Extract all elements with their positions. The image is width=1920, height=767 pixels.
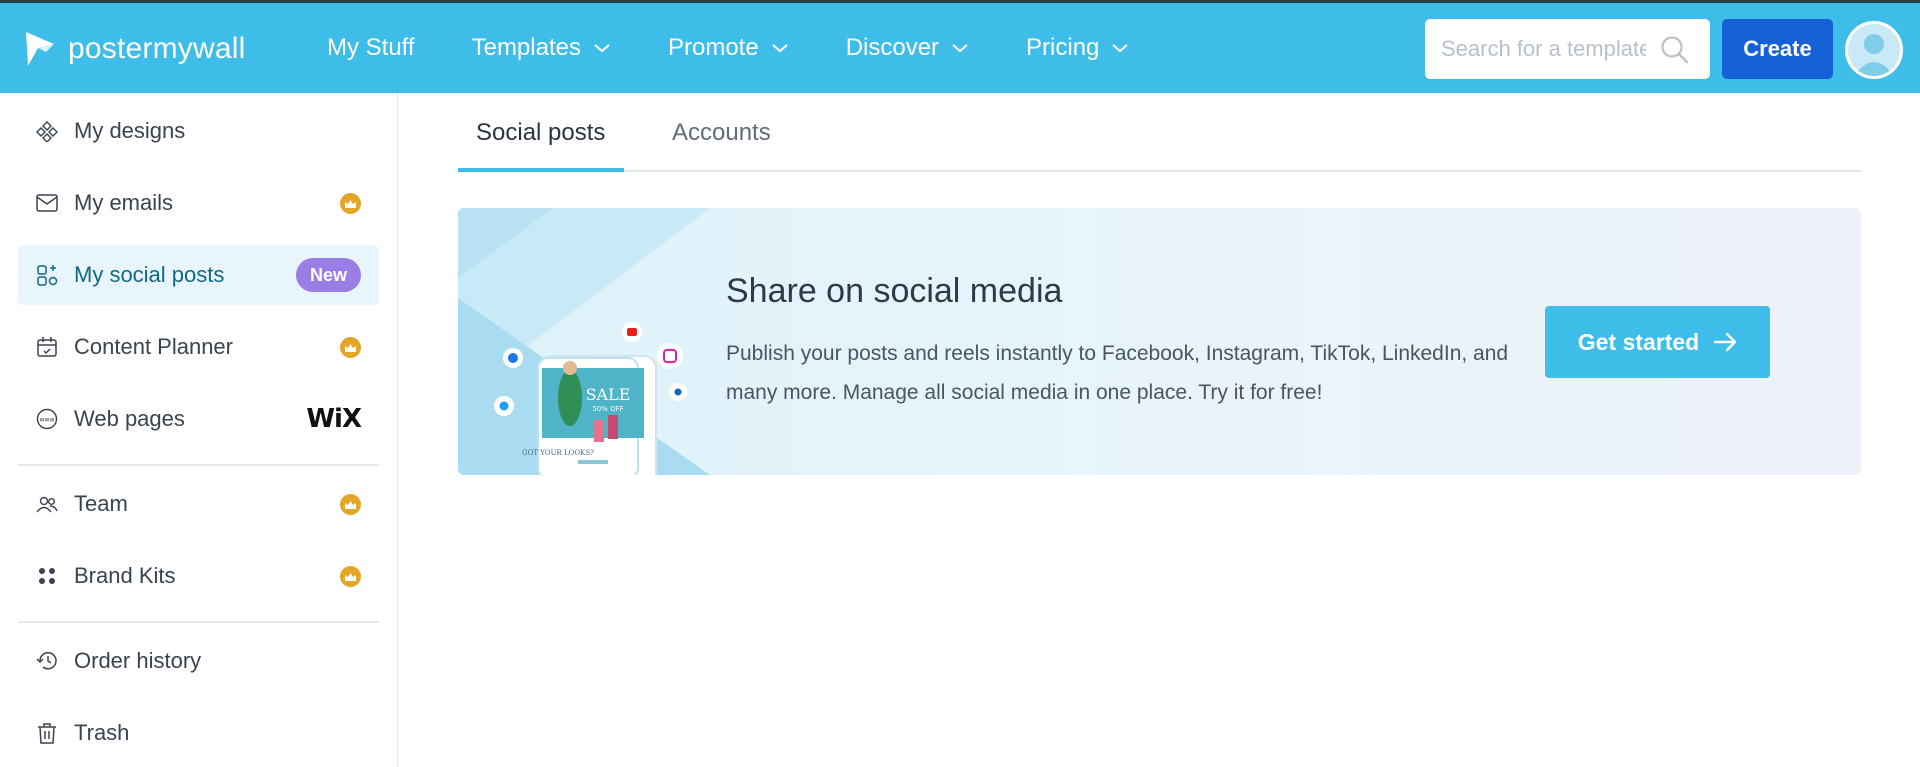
logo-text: postermywall (68, 32, 246, 65)
team-icon (36, 493, 58, 515)
top-navbar: postermywall My Stuff Templates Promote … (0, 0, 1920, 93)
nav-promote[interactable]: Promote (668, 34, 789, 62)
sidebar-item-trash[interactable]: Trash (18, 703, 379, 763)
premium-crown-icon (340, 193, 361, 214)
sidebar-item-brand-kits[interactable]: Brand Kits (18, 546, 379, 606)
youtube-icon (627, 328, 637, 336)
user-avatar-icon (1848, 24, 1900, 76)
chevron-down-icon (952, 44, 968, 53)
tab-accounts[interactable]: Accounts (672, 93, 771, 172)
sidebar-item-order-history[interactable]: Order history (18, 631, 379, 691)
search-input[interactable] (1441, 36, 1646, 62)
premium-crown-icon (340, 494, 361, 515)
new-badge: New (295, 258, 361, 292)
brand-kit-icon (36, 565, 58, 587)
nav-label: Templates (471, 34, 581, 61)
logo[interactable]: postermywall (24, 30, 245, 68)
share-social-banner: SALE 50% OFF GOT YOUR LOOKS? Share on so… (458, 208, 1861, 475)
sidebar-divider (18, 621, 379, 623)
tab-label: Accounts (672, 118, 771, 146)
sidebar-item-label: My social posts (74, 262, 225, 287)
poster-headline-text: GOT YOUR LOOKS? (522, 449, 594, 457)
nav-discover[interactable]: Discover (846, 34, 969, 62)
active-tab-indicator (458, 168, 624, 172)
arrow-right-icon (1714, 332, 1737, 352)
sidebar-item-label: Trash (74, 720, 130, 745)
sidebar-item-label: Web pages (74, 406, 185, 431)
get-started-label: Get started (1577, 328, 1700, 355)
social-posts-icon (36, 264, 58, 286)
designs-icon (36, 120, 58, 142)
tab-label: Social posts (476, 118, 606, 146)
sidebar-item-label: My designs (74, 118, 186, 143)
get-started-button[interactable]: Get started (1545, 306, 1770, 378)
sidebar-item-label: Team (74, 491, 128, 516)
sidebar-item-my-social-posts[interactable]: My social posts New (18, 245, 379, 305)
sidebar-item-team[interactable]: Team (18, 474, 379, 534)
nav-label: Pricing (1026, 34, 1100, 61)
nav-my-stuff[interactable]: My Stuff (327, 34, 415, 62)
twitter-icon (499, 401, 509, 411)
sidebar-item-label: My emails (74, 190, 174, 215)
sidebar: My designs My emails My social posts New… (0, 93, 398, 767)
wix-logo: WiX (306, 404, 362, 434)
sidebar-item-label: Brand Kits (74, 563, 176, 588)
web-icon: www (36, 408, 58, 430)
banner-description: Publish your posts and reels instantly t… (726, 342, 1509, 404)
nav-label: Promote (667, 34, 759, 61)
nav-pricing[interactable]: Pricing (1026, 34, 1129, 62)
banner-title: Share on social media (726, 272, 1063, 310)
sidebar-item-my-designs[interactable]: My designs (18, 101, 379, 161)
nav-label: My Stuff (327, 34, 415, 61)
trash-icon (36, 722, 58, 744)
search-icon[interactable] (1660, 35, 1690, 65)
avatar[interactable] (1845, 21, 1903, 79)
nav-templates[interactable]: Templates (472, 34, 611, 62)
linkedin-icon (674, 388, 682, 396)
create-button[interactable]: Create (1722, 19, 1833, 79)
history-icon (36, 650, 58, 672)
tab-social-posts[interactable]: Social posts (476, 93, 605, 172)
calendar-icon (36, 336, 58, 358)
facebook-icon (508, 353, 518, 363)
premium-crown-icon (340, 566, 361, 587)
logo-icon (26, 32, 54, 66)
sidebar-item-content-planner[interactable]: Content Planner (18, 317, 379, 377)
banner-illustration: SALE 50% OFF GOT YOUR LOOKS? (458, 208, 710, 475)
sidebar-item-my-emails[interactable]: My emails (18, 173, 379, 233)
chevron-down-icon (1112, 44, 1129, 53)
search-box (1425, 19, 1710, 79)
content-tabs: Social posts Accounts (458, 93, 1861, 172)
sidebar-item-web-pages[interactable]: www Web pages WiX (18, 389, 379, 449)
poster-sale-text: SALE (586, 385, 631, 404)
poster-off-text: 50% OFF (592, 405, 623, 413)
premium-crown-icon (340, 337, 361, 358)
svg-text:www: www (40, 417, 55, 424)
chevron-down-icon (594, 44, 610, 53)
sidebar-item-label: Content Planner (74, 334, 233, 359)
sidebar-divider (18, 464, 379, 466)
sidebar-item-label: Order history (74, 648, 202, 673)
main-nav: My Stuff Templates Promote Discover Pric… (327, 3, 1186, 93)
mail-icon (36, 192, 58, 214)
nav-label: Discover (845, 34, 940, 61)
chevron-down-icon (772, 44, 788, 53)
